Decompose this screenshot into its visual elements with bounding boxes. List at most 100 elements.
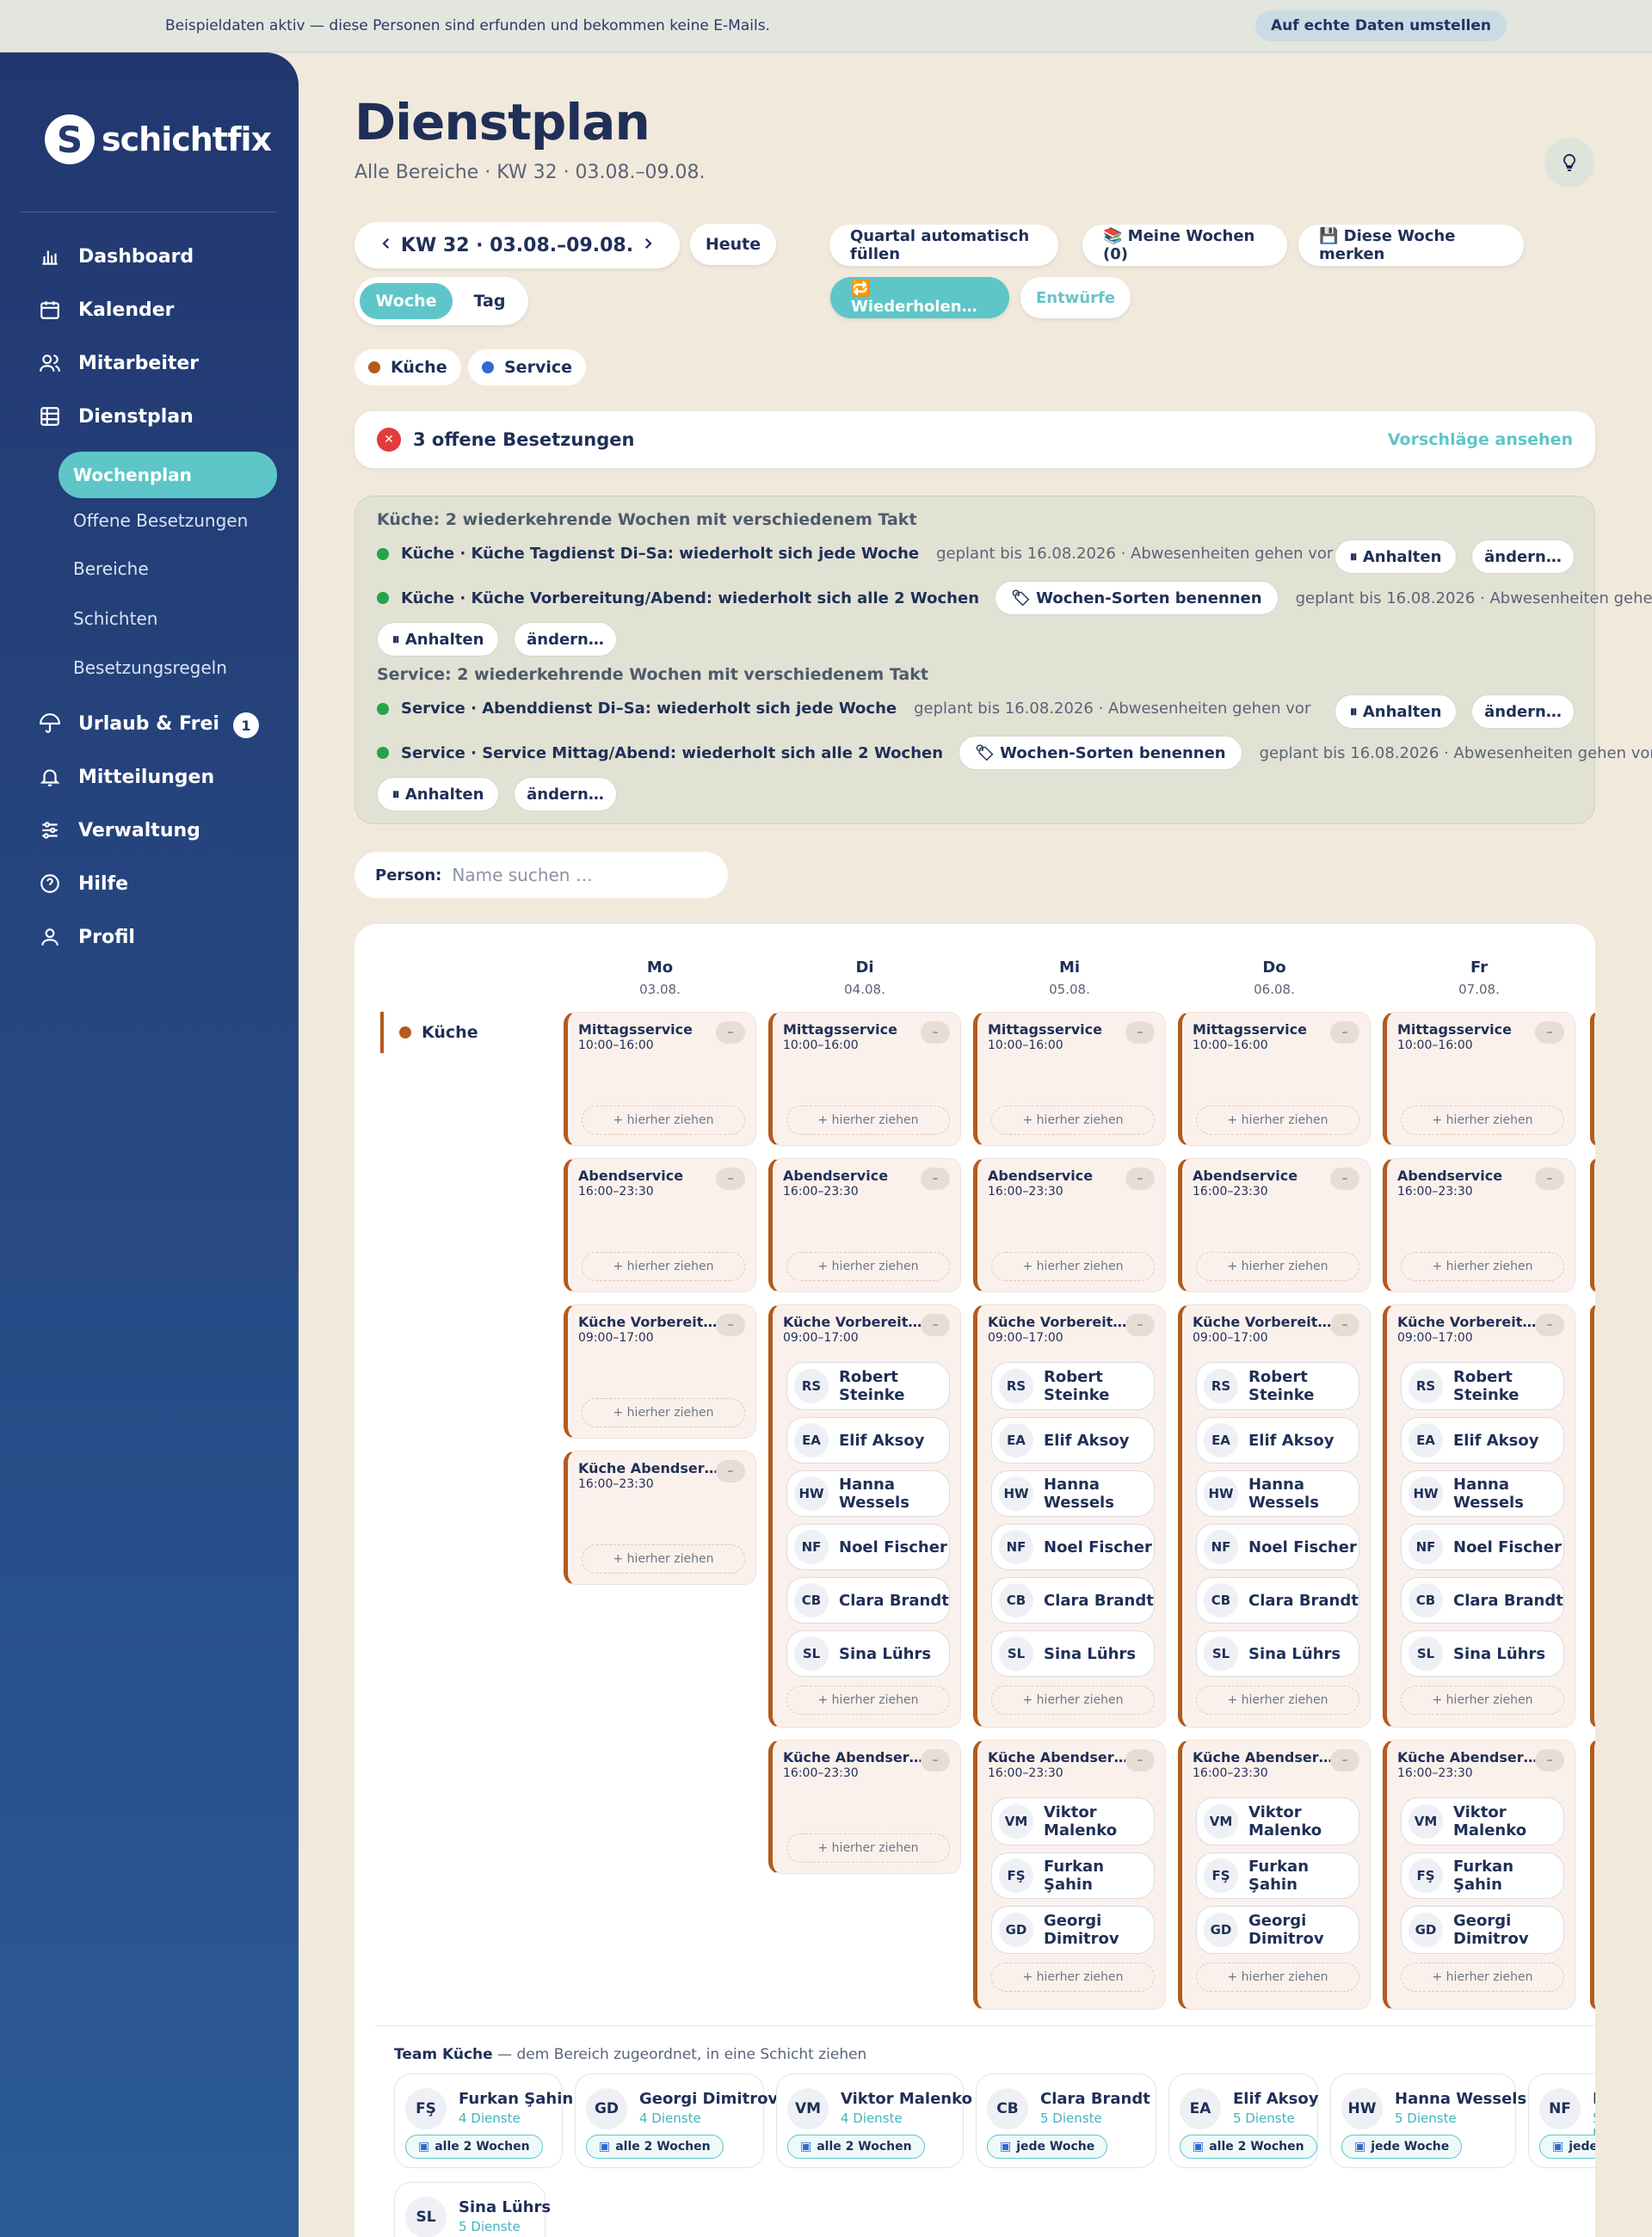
change-button[interactable]: ändern…: [1471, 539, 1575, 574]
assigned-employee[interactable]: CB Clara Brandt: [786, 1577, 950, 1624]
shift-card[interactable]: Mittagsservice 10:00–16:00 – + hierher zieh…: [768, 1012, 961, 1146]
assigned-employee[interactable]: HW Hanna Wessels: [1196, 1470, 1359, 1517]
sidebar-item-dashboard[interactable]: Dashboard: [39, 245, 194, 268]
shift-card[interactable]: Abendservice 16:00–23:30 – + hierher ziehen: [1178, 1158, 1371, 1292]
assigned-employee[interactable]: NF Noel Fischer: [1196, 1524, 1359, 1570]
drop-zone[interactable]: + hierher ziehen: [786, 1252, 950, 1281]
change-button[interactable]: ändern…: [514, 622, 617, 656]
assigned-employee[interactable]: HW Hanna Wessels: [991, 1470, 1155, 1517]
sidebar-item-hilfe[interactable]: Hilfe: [39, 872, 128, 895]
assigned-employee[interactable]: RS Robert Steinke: [991, 1362, 1155, 1410]
team-member-card[interactable]: FŞ Furkan Şahin 4 Dienste ▣ alle 2 Wochen: [394, 2074, 573, 2168]
shift-card[interactable]: Küche Vorbereit… 09:00–17:00 – RS Robert Ste…: [1383, 1304, 1575, 1728]
switch-real-data-button[interactable]: Auf echte Daten umstellen: [1255, 10, 1507, 41]
assigned-employee[interactable]: HW Hanna Wessels: [786, 1470, 950, 1517]
team-member-card[interactable]: HW Hanna Wessels 5 Dienste ▣ jede Woche: [1330, 2074, 1526, 2168]
filter-service[interactable]: Service: [468, 349, 586, 385]
sidebar-subitem-schichten[interactable]: Schichten: [73, 608, 157, 629]
sidebar-item-urlaub[interactable]: Urlaub & Frei: [39, 712, 219, 735]
assigned-employee[interactable]: CB Clara Brandt: [1401, 1577, 1564, 1624]
assigned-employee[interactable]: EA Elif Aksoy: [1196, 1417, 1359, 1464]
assigned-employee[interactable]: SL Sina Lührs: [1196, 1630, 1359, 1677]
my-weeks-button[interactable]: 📚 Meine Wochen (0): [1082, 225, 1287, 266]
assigned-employee[interactable]: EA Elif Aksoy: [1401, 1417, 1564, 1464]
shift-card[interactable]: Küche Vorbereit… 09:00–17:00 – RS Robert Ste…: [1178, 1304, 1371, 1728]
remove-shift-button[interactable]: –: [1125, 1314, 1155, 1336]
filter-kueche[interactable]: Küche: [354, 349, 461, 385]
remove-shift-button[interactable]: –: [1535, 1021, 1564, 1044]
drop-zone[interactable]: + hierher ziehen: [582, 1252, 745, 1281]
assigned-employee[interactable]: FŞ Furkan Şahin: [1401, 1852, 1564, 1899]
assigned-employee[interactable]: VM Viktor Malenko: [991, 1797, 1155, 1846]
sidebar-subitem-besetzungsregeln[interactable]: Besetzungsregeln: [73, 657, 227, 678]
assigned-employee[interactable]: VM Viktor Malenko: [1401, 1797, 1564, 1846]
team-member-card[interactable]: SL Sina Lührs 5 Dienste: [394, 2182, 551, 2237]
drop-zone[interactable]: + hierher ziehen: [786, 1685, 950, 1715]
assigned-employee[interactable]: GD Georgi Dimitrov: [1401, 1906, 1564, 1954]
pause-button[interactable]: ⏸ Anhalten: [1335, 694, 1457, 729]
drop-zone[interactable]: + hierher ziehen: [1401, 1252, 1564, 1281]
drop-zone[interactable]: + hierher ziehen: [991, 1106, 1155, 1135]
assigned-employee[interactable]: NF Noel Fischer: [991, 1524, 1155, 1570]
prev-week-button[interactable]: [379, 235, 394, 256]
assigned-employee[interactable]: NF Noel Fischer: [1401, 1524, 1564, 1570]
pause-button[interactable]: ⏸ Anhalten: [377, 622, 499, 656]
drop-zone[interactable]: + hierher ziehen: [1196, 1252, 1359, 1281]
drop-zone[interactable]: + hierher ziehen: [786, 1833, 950, 1863]
remove-shift-button[interactable]: –: [1125, 1749, 1155, 1772]
remove-shift-button[interactable]: –: [1330, 1749, 1359, 1772]
shift-card[interactable]: Küche Abendser… 16:00–23:30 – VM Viktor Male…: [973, 1740, 1166, 2010]
shift-card[interactable]: Küche Abendser… 16:00–23:30 – + hierher zie…: [564, 1451, 756, 1585]
shift-card[interactable]: Küche Abendser… 16:00–23:30 – VM Viktor Male…: [1178, 1740, 1371, 2010]
person-search-input[interactable]: [452, 865, 707, 885]
drop-zone[interactable]: + hierher ziehen: [1196, 1106, 1359, 1135]
drop-zone[interactable]: + hierher ziehen: [582, 1544, 745, 1574]
assigned-employee[interactable]: CB Clara Brandt: [991, 1577, 1155, 1624]
remove-shift-button[interactable]: –: [716, 1314, 745, 1336]
assigned-employee[interactable]: RS Robert Steinke: [1401, 1362, 1564, 1410]
assigned-employee[interactable]: EA Elif Aksoy: [991, 1417, 1155, 1464]
shift-card[interactable]: Abendservice 16:00–23:30 – + hierher ziehen: [973, 1158, 1166, 1292]
sidebar-item-kalender[interactable]: Kalender: [39, 299, 175, 321]
remove-shift-button[interactable]: –: [921, 1168, 950, 1190]
view-week-button[interactable]: Woche: [360, 283, 453, 319]
assigned-employee[interactable]: SL Sina Lührs: [1401, 1630, 1564, 1677]
remove-shift-button[interactable]: –: [716, 1168, 745, 1190]
remove-shift-button[interactable]: –: [921, 1021, 950, 1044]
shift-card[interactable]: Abendservice 16:00–23:30 – + hierher ziehen: [564, 1158, 756, 1292]
remove-shift-button[interactable]: –: [1330, 1021, 1359, 1044]
fill-quarter-button[interactable]: Quartal automatisch füllen: [829, 225, 1058, 266]
drop-zone[interactable]: + hierher ziehen: [1401, 1685, 1564, 1715]
sidebar-item-verwaltung[interactable]: Verwaltung: [39, 819, 200, 841]
drop-zone[interactable]: + hierher ziehen: [582, 1106, 745, 1135]
assigned-employee[interactable]: FŞ Furkan Şahin: [1196, 1852, 1359, 1899]
sidebar-subitem-bereiche[interactable]: Bereiche: [73, 558, 149, 579]
assigned-employee[interactable]: HW Hanna Wessels: [1401, 1470, 1564, 1517]
logo[interactable]: S schichtfix: [45, 114, 272, 164]
drop-zone[interactable]: + hierher ziehen: [991, 1963, 1155, 1992]
sidebar-item-mitteilungen[interactable]: Mitteilungen: [39, 766, 214, 788]
repeat-button[interactable]: 🔁 Wiederholen…: [830, 277, 1009, 318]
next-week-button[interactable]: [640, 235, 656, 256]
sidebar-item-mitarbeiter[interactable]: Mitarbeiter: [39, 352, 199, 374]
shift-card[interactable]: Mittagsservice 10:00–16:00 – + hierher zieh…: [1383, 1012, 1575, 1146]
assigned-employee[interactable]: CB Clara Brandt: [1196, 1577, 1359, 1624]
drop-zone[interactable]: + hierher ziehen: [991, 1685, 1155, 1715]
drop-zone[interactable]: + hierher ziehen: [1196, 1685, 1359, 1715]
drop-zone[interactable]: + hierher ziehen: [1401, 1106, 1564, 1135]
remove-shift-button[interactable]: –: [1330, 1314, 1359, 1336]
view-suggestions-link[interactable]: Vorschläge ansehen: [1388, 430, 1573, 449]
assigned-employee[interactable]: FŞ Furkan Şahin: [991, 1852, 1155, 1899]
remember-week-button[interactable]: 💾 Diese Woche merken: [1298, 225, 1524, 266]
sidebar-subitem-wochenplan[interactable]: Wochenplan: [59, 452, 277, 498]
remove-shift-button[interactable]: –: [1125, 1021, 1155, 1044]
shift-card[interactable]: Küche Abendser… 16:00–23:30 – VM Viktor Male…: [1383, 1740, 1575, 2010]
remove-shift-button[interactable]: –: [1125, 1168, 1155, 1190]
drop-zone[interactable]: + hierher ziehen: [582, 1398, 745, 1427]
assigned-employee[interactable]: RS Robert Steinke: [1196, 1362, 1359, 1410]
assigned-employee[interactable]: SL Sina Lührs: [786, 1630, 950, 1677]
drafts-button[interactable]: Entwürfe: [1020, 277, 1131, 318]
assigned-employee[interactable]: EA Elif Aksoy: [786, 1417, 950, 1464]
name-week-sorts-button[interactable]: 🏷 Wochen-Sorten benennen: [959, 736, 1242, 770]
shift-card[interactable]: Küche Vorbereit… 09:00–17:00 – RS Robert Ste…: [768, 1304, 961, 1728]
